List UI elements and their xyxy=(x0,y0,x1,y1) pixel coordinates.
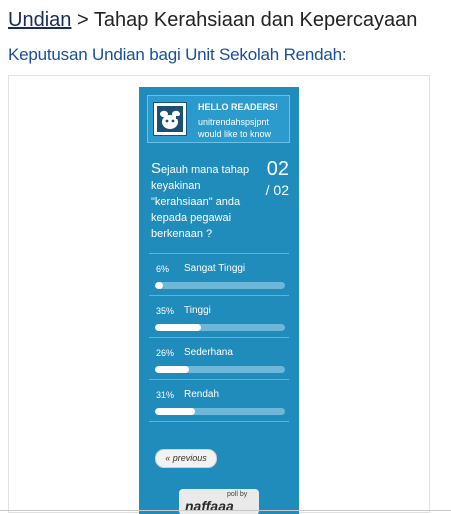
hello-username: unitrendahspsjpnt xyxy=(198,117,270,127)
breadcrumb-title: Tahap Kerahsiaan dan Kepercayaan xyxy=(93,9,418,31)
poll-option: 35% Tinggi xyxy=(149,295,289,338)
bottom-divider xyxy=(0,510,451,511)
hello-message: unitrendahspsjpnt would like to know xyxy=(198,116,271,140)
option-percent: 6% xyxy=(156,264,170,274)
option-bar-track xyxy=(155,282,285,289)
breadcrumb-link-undian[interactable]: Undian xyxy=(8,9,71,31)
poll-header: HELLO READERS! unitrendahspsjpnt would l… xyxy=(147,95,290,143)
page-total: / 02 xyxy=(265,182,289,198)
option-percent: 35% xyxy=(156,306,175,316)
poll-option: 6% Sangat Tinggi xyxy=(149,253,289,296)
option-bar-fill xyxy=(155,282,163,289)
option-percent: 31% xyxy=(156,390,175,400)
option-bar-fill xyxy=(155,324,201,331)
page-heading: Undian > Tahap Kerahsiaan dan Kepercayaa… xyxy=(8,6,451,34)
option-bar-track xyxy=(155,408,285,415)
brand-name: naffaaa xyxy=(185,498,234,514)
option-bar-fill xyxy=(155,408,196,415)
option-bar-fill xyxy=(155,366,189,373)
question-text: ejauh mana tahap keyakinan "kerahsiaan" … xyxy=(151,164,250,240)
results-subtitle: Keputusan Undian bagi Unit Sekolah Renda… xyxy=(8,45,347,64)
hello-tagline: would like to know xyxy=(198,129,272,139)
poll-option: 31% Rendah xyxy=(149,379,289,422)
option-percent: 26% xyxy=(156,348,175,358)
option-label: Rendah xyxy=(184,389,220,400)
option-label: Sangat Tinggi xyxy=(184,263,246,274)
poll-question: Sejauh mana tahap keyakinan "kerahsiaan"… xyxy=(151,161,259,242)
hello-title: HELLO READERS! xyxy=(198,102,279,112)
question-initial: S xyxy=(151,160,162,177)
option-bar-track xyxy=(155,366,285,373)
breadcrumb-separator: > xyxy=(76,9,89,31)
poll-option: 26% Sederhana xyxy=(149,337,289,380)
page-current: 02 xyxy=(266,158,289,180)
poll-widget: HELLO READERS! unitrendahspsjpnt would l… xyxy=(139,87,299,514)
option-bar-track xyxy=(155,324,285,331)
poll-logo-icon xyxy=(153,102,187,136)
option-label: Tinggi xyxy=(184,305,211,316)
previous-button[interactable]: « previous xyxy=(155,449,217,468)
option-divider xyxy=(149,421,289,422)
option-label: Sederhana xyxy=(184,347,233,358)
